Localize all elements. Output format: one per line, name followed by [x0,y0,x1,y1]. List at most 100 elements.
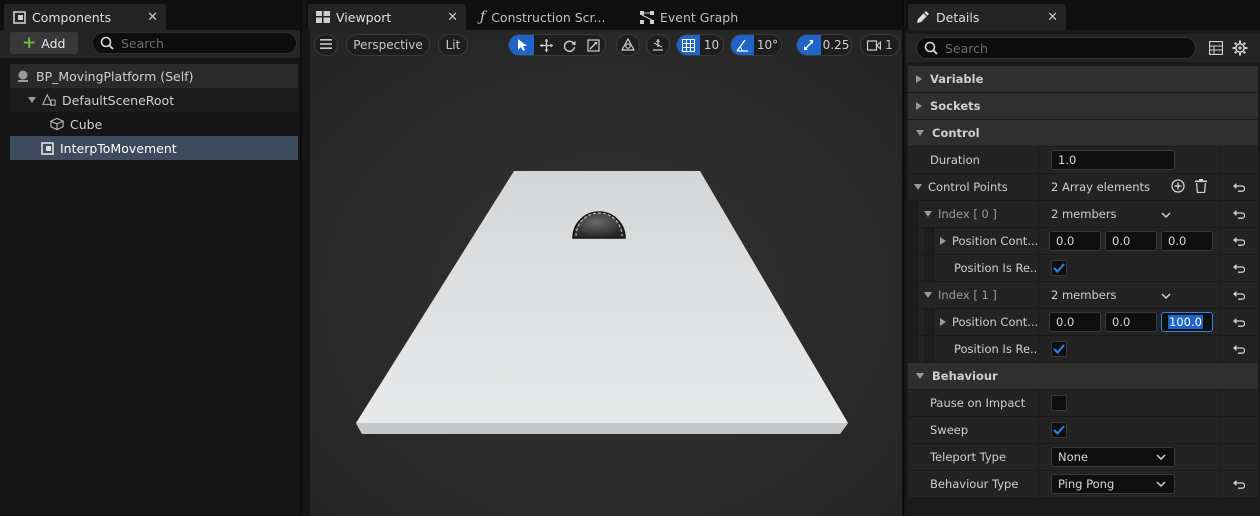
index1-pos-x-input[interactable]: 0.0 [1049,312,1101,332]
camera-speed-button[interactable]: 1 [860,34,900,56]
perspective-button[interactable]: Perspective [346,34,430,56]
tab-construction-label: Construction Scr... [491,9,606,25]
details-tabbar: Details ✕ [906,0,1260,30]
tree-item-interp-to-movement[interactable]: InterpToMovement [10,136,298,160]
tree-item-self[interactable]: BP_MovingPlatform (Self) [10,64,298,88]
checkmark-icon [1053,344,1065,354]
index0-relative-name-cell: Position Is Re... [908,255,1039,281]
behaviour-type-value: Ping Pong [1058,477,1115,491]
close-icon[interactable]: ✕ [447,10,458,25]
reset-to-default-icon[interactable] [1220,174,1258,200]
index1-relative-checkbox[interactable] [1051,341,1067,357]
index1-relative-value-cell [1039,336,1220,362]
component-tree: BP_MovingPlatform (Self) DefaultSceneRoo… [10,64,298,160]
angle-snap-value[interactable]: 10° [754,35,781,55]
tree-item-default-scene-root[interactable]: DefaultSceneRoot [10,88,298,112]
duration-value: 1.0 [1058,153,1077,167]
teleport-type-dropdown[interactable]: None [1051,447,1175,467]
category-behaviour-label: Behaviour [932,369,998,383]
close-icon[interactable]: ✕ [1047,10,1058,25]
details-search-row [906,34,1260,62]
expanded-arrow-icon[interactable] [924,211,932,217]
translate-icon [539,38,553,52]
reset-to-default-icon[interactable] [1220,309,1258,335]
indent-bar [924,255,934,281]
viewport-canvas[interactable]: Perspective Lit 10 10° 0.25 1 [310,30,902,516]
reset-to-default-icon[interactable] [1220,282,1258,308]
sweep-checkbox[interactable] [1051,422,1067,438]
expand-arrow-icon[interactable] [28,97,36,103]
index0-pos-y-input[interactable]: 0.0 [1105,231,1157,251]
category-control[interactable]: Control [908,120,1258,147]
reset-to-default-icon[interactable] [1220,255,1258,281]
tab-viewport[interactable]: Viewport ✕ [308,4,466,30]
plus-icon: + [22,32,37,53]
index1-label: Index [ 1 ] [938,288,997,302]
index1-pos-z-input[interactable]: 100.0 [1161,312,1213,332]
lit-label: Lit [445,38,461,52]
expanded-arrow-icon[interactable] [914,184,922,190]
property-index-0: Index [ 0 ] 2 members [908,201,1258,228]
indent-bar [908,336,918,362]
duration-input[interactable]: 1.0 [1051,150,1175,170]
settings-gear-icon[interactable] [1232,40,1248,59]
rotate-icon [564,40,576,52]
details-search-input[interactable] [945,40,1105,56]
angle-snap-toggle[interactable] [731,35,755,55]
pause-on-impact-checkbox[interactable] [1051,395,1067,411]
index1-pos-y-input[interactable]: 0.0 [1105,312,1157,332]
property-duration: Duration 1.0 [908,147,1258,174]
close-icon[interactable]: ✕ [147,10,158,25]
grid-snap-value[interactable]: 10 [700,35,723,55]
index0-pos-z-input[interactable]: 0.0 [1161,231,1213,251]
index0-position-value-cell: 0.0 0.0 0.0 [1039,228,1220,254]
category-variable[interactable]: Variable [908,66,1258,93]
reset-to-default-icon[interactable] [1220,201,1258,227]
reset-to-default-icon[interactable] [1220,336,1258,362]
rotate-tool[interactable] [558,35,582,55]
viewport-options-button[interactable] [314,34,338,56]
grid-snap-toggle[interactable] [677,35,700,55]
collapsed-arrow-icon[interactable] [940,318,946,326]
tree-item-cube-label: Cube [70,116,103,132]
tree-item-cube[interactable]: Cube [10,112,298,136]
property-index0-relative: Position Is Re... [908,255,1258,282]
category-behaviour[interactable]: Behaviour [908,363,1258,390]
scale-snap-value[interactable]: 0.25 [821,35,851,55]
index0-pos-x-input[interactable]: 0.0 [1049,231,1101,251]
chevron-down-icon[interactable] [1161,207,1171,221]
components-search[interactable] [92,32,297,54]
property-pause-on-impact: Pause on Impact [908,390,1258,417]
reset-to-default-icon[interactable] [1220,228,1258,254]
select-tool[interactable] [509,35,535,55]
trash-icon[interactable] [1195,178,1207,196]
tab-event-graph[interactable]: Event Graph [632,4,762,30]
add-element-icon[interactable] [1171,178,1185,196]
add-component-button[interactable]: + Add [10,32,78,54]
lit-button[interactable]: Lit [438,34,468,56]
details-search[interactable] [916,37,1196,59]
local-world-button[interactable] [616,34,640,56]
category-sockets[interactable]: Sockets [908,93,1258,120]
cube-icon [50,117,64,131]
chevron-down-icon[interactable] [1161,288,1171,302]
surface-snap-button[interactable] [646,34,670,56]
viewport-scene [310,30,902,516]
search-icon [100,36,114,50]
index0-relative-checkbox[interactable] [1051,260,1067,276]
tab-construction-script[interactable]: ƒ Construction Scr... [472,4,628,30]
reset-to-default-icon[interactable] [1220,471,1258,497]
translate-tool[interactable] [534,35,558,55]
scale-tool[interactable] [582,35,606,55]
tab-event-graph-label: Event Graph [660,9,739,25]
table-view-icon[interactable] [1208,40,1224,58]
tab-details[interactable]: Details ✕ [908,4,1066,30]
camera-speed-value: 1 [885,38,893,52]
expanded-arrow-icon[interactable] [924,292,932,298]
behaviour-type-dropdown[interactable]: Ping Pong [1051,474,1175,494]
collapsed-arrow-icon[interactable] [940,237,946,245]
scale-snap-toggle[interactable] [797,35,821,55]
tab-components[interactable]: Components ✕ [4,4,166,30]
components-search-input[interactable] [121,35,281,51]
duration-reset-cell [1220,147,1258,173]
